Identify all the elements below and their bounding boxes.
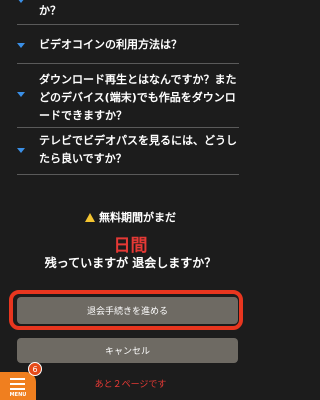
- chevron-down-icon: [17, 0, 25, 3]
- proceed-unsubscribe-button[interactable]: 退会手続きを進める: [17, 297, 238, 324]
- notification-badge: 6: [28, 362, 42, 376]
- faq-question: ダウンロード再生とはなんですか？またどのデバイス(端末)でも作品をダウンロードで…: [39, 73, 237, 122]
- faq-item[interactable]: ビデオコインの利用方法は？: [17, 27, 239, 64]
- menu-label: MENU: [9, 392, 27, 398]
- chevron-down-icon: [17, 43, 25, 48]
- warning-text: 無料期間がまだ: [99, 211, 176, 224]
- faq-question: か？: [39, 4, 61, 17]
- divider: [17, 24, 239, 25]
- divider: [17, 174, 239, 175]
- cancel-button[interactable]: キャンセル: [17, 338, 238, 363]
- pages-remaining-text: あと２ページです: [94, 380, 167, 390]
- warning-icon: [85, 213, 95, 222]
- faq-item[interactable]: テレビでビデオパスを見るには、どうしたら良いですか？: [17, 128, 239, 176]
- chevron-down-icon: [17, 92, 25, 97]
- unsubscribe-question: 残っていますが 退会しますか？: [44, 256, 217, 270]
- faq-question: ビデオコインの利用方法は？: [39, 38, 182, 51]
- faq-question: テレビでビデオパスを見るには、どうしたら良いですか？: [39, 134, 237, 165]
- remaining-days: 日間: [113, 236, 148, 256]
- free-period-warning: 無料期間がまだ: [0, 209, 261, 225]
- faq-item[interactable]: ダウンロード再生とはなんですか？またどのデバイス(端末)でも作品をダウンロードで…: [17, 64, 239, 128]
- faq-item[interactable]: か？: [17, 0, 239, 26]
- chevron-down-icon: [17, 148, 25, 153]
